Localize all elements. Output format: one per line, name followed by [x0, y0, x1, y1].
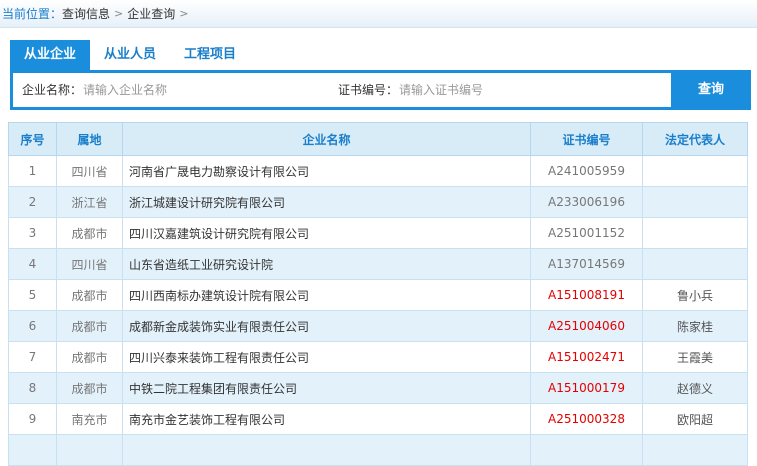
- cell-cert-number: A151002471: [530, 341, 643, 373]
- cell-legal-rep: [642, 155, 748, 187]
- cell-no: 3: [8, 217, 57, 249]
- cert-number-input[interactable]: [399, 79, 659, 101]
- cell-no: 9: [8, 403, 57, 435]
- search-bar: 企业名称： 证书编号： 查询: [10, 70, 751, 110]
- cell-cert-number: A251000328: [530, 403, 643, 435]
- company-name-input[interactable]: [83, 79, 313, 101]
- cell-region: 成都市: [56, 341, 123, 373]
- breadcrumb-lead: 当前位置：: [2, 7, 63, 21]
- chevron-right-icon: >: [114, 7, 124, 20]
- cell-no: [8, 434, 57, 466]
- cell-no: 6: [8, 310, 57, 342]
- table-row: 9 南充市 南充市金艺装饰工程有限公司 A251000328 欧阳超: [8, 403, 748, 435]
- cell-cert-number: A151000179: [530, 372, 643, 404]
- cell-no: 1: [8, 155, 57, 187]
- cell-company-name[interactable]: 河南省广晟电力勘察设计有限公司: [122, 155, 531, 187]
- cell-company-name[interactable]: 浙江城建设计研究院有限公司: [122, 186, 531, 218]
- cell-legal-rep: [642, 248, 748, 280]
- cell-company-name[interactable]: 四川西南标办建筑设计院有限公司: [122, 279, 531, 311]
- table-row: 4 四川省 山东省造纸工业研究设计院 A137014569: [8, 248, 748, 280]
- table-row: 6 成都市 成都新金成装饰实业有限责任公司 A251004060 陈家桂: [8, 310, 748, 342]
- breadcrumb-item-query-info[interactable]: 查询信息: [62, 5, 110, 22]
- cell-company-name[interactable]: 南充市金艺装饰工程有限公司: [122, 403, 531, 435]
- cell-legal-rep: 赵德义: [642, 372, 748, 404]
- cell-region: 成都市: [56, 310, 123, 342]
- tab-bar: 从业企业 从业人员 工程项目: [10, 40, 250, 70]
- cert-number-label: 证书编号：: [338, 83, 399, 97]
- cell-company-name[interactable]: 中铁二院工程集团有限责任公司: [122, 372, 531, 404]
- cell-region: 成都市: [56, 372, 123, 404]
- query-button[interactable]: 查询: [671, 70, 751, 110]
- cell-no: 5: [8, 279, 57, 311]
- cell-cert-number: A241005959: [530, 155, 643, 187]
- tab-projects[interactable]: 工程项目: [170, 40, 250, 70]
- cell-legal-rep: 欧阳超: [642, 403, 748, 435]
- cell-no: 4: [8, 248, 57, 280]
- cell-no: 7: [8, 341, 57, 373]
- table-row: 3 成都市 四川汉嘉建筑设计研究院有限公司 A251001152: [8, 217, 748, 249]
- col-header-legal-rep: 法定代表人: [642, 122, 748, 156]
- table-row: 5 成都市 四川西南标办建筑设计院有限公司 A151008191 鲁小兵: [8, 279, 748, 311]
- col-header-region: 属地: [56, 122, 123, 156]
- cell-company-name[interactable]: 山东省造纸工业研究设计院: [122, 248, 531, 280]
- table-row: [8, 434, 748, 466]
- col-header-no: 序号: [8, 122, 57, 156]
- cell-legal-rep: [642, 217, 748, 249]
- company-name-label: 企业名称：: [22, 83, 83, 97]
- cell-region: 南充市: [56, 403, 123, 435]
- cell-legal-rep: 陈家桂: [642, 310, 748, 342]
- cell-company-name[interactable]: 成都新金成装饰实业有限责任公司: [122, 310, 531, 342]
- results-table: 序号 属地 企业名称 证书编号 法定代表人 1 四川省 河南省广晟电力勘察设计有限公…: [8, 122, 748, 466]
- cell-company-name[interactable]: 四川兴泰来装饰工程有限责任公司: [122, 341, 531, 373]
- cell-cert-number: [530, 434, 643, 466]
- table-row: 2 浙江省 浙江城建设计研究院有限公司 A233006196: [8, 186, 748, 218]
- chevron-right-icon: >: [179, 7, 189, 20]
- col-header-company-name: 企业名称: [122, 122, 531, 156]
- cell-cert-number: A251001152: [530, 217, 643, 249]
- cell-no: 8: [8, 372, 57, 404]
- table-row: 7 成都市 四川兴泰来装饰工程有限责任公司 A151002471 王霞美: [8, 341, 748, 373]
- table-header-row: 序号 属地 企业名称 证书编号 法定代表人: [8, 122, 748, 156]
- cell-company-name[interactable]: 四川汉嘉建筑设计研究院有限公司: [122, 217, 531, 249]
- cell-legal-rep: 鲁小兵: [642, 279, 748, 311]
- tab-companies[interactable]: 从业企业: [10, 40, 91, 70]
- cell-region: 四川省: [56, 248, 123, 280]
- cell-legal-rep: [642, 434, 748, 466]
- cell-region: [56, 434, 123, 466]
- col-header-cert-number: 证书编号: [530, 122, 643, 156]
- cell-legal-rep: 王霞美: [642, 341, 748, 373]
- cell-no: 2: [8, 186, 57, 218]
- cell-region: 浙江省: [56, 186, 123, 218]
- cell-cert-number: A151008191: [530, 279, 643, 311]
- cell-cert-number: A137014569: [530, 248, 643, 280]
- cell-region: 成都市: [56, 279, 123, 311]
- cell-cert-number: A251004060: [530, 310, 643, 342]
- cell-region: 成都市: [56, 217, 123, 249]
- table-row: 1 四川省 河南省广晟电力勘察设计有限公司 A241005959: [8, 155, 748, 187]
- tab-personnel[interactable]: 从业人员: [90, 40, 170, 70]
- breadcrumb: 当前位置： 查询信息 > 企业查询 >: [0, 0, 757, 28]
- table-row: 8 成都市 中铁二院工程集团有限责任公司 A151000179 赵德义: [8, 372, 748, 404]
- cell-company-name[interactable]: [122, 434, 531, 466]
- cell-region: 四川省: [56, 155, 123, 187]
- search-fields: 企业名称： 证书编号：: [13, 73, 671, 107]
- breadcrumb-item-company-query[interactable]: 企业查询: [127, 5, 175, 22]
- cell-cert-number: A233006196: [530, 186, 643, 218]
- cell-legal-rep: [642, 186, 748, 218]
